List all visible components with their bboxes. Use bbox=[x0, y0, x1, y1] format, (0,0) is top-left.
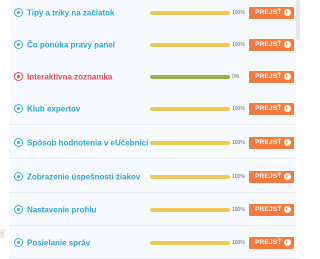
item-title[interactable]: Spôsob hodnotenia v eUčebnici bbox=[27, 138, 148, 147]
info-circle-icon bbox=[14, 39, 23, 49]
item-title[interactable]: Zobrazenie úspešnosti žiakov bbox=[27, 172, 140, 181]
go-button[interactable]: PREJSŤ bbox=[249, 102, 294, 115]
list-item: Posielanie správ 100% PREJSŤ bbox=[0, 226, 300, 259]
progress-bar bbox=[150, 140, 230, 145]
progress-fill bbox=[150, 174, 230, 179]
scrollbar[interactable] bbox=[296, 0, 300, 257]
info-circle-icon bbox=[14, 7, 23, 17]
progress-bar bbox=[150, 240, 230, 245]
list-item: Tipy a triky na začiatok 100% PREJSŤ bbox=[0, 0, 300, 29]
go-button-label: PREJSŤ bbox=[255, 173, 282, 180]
arrow-right-circle-icon bbox=[284, 139, 291, 146]
progress-percent: 100% bbox=[232, 139, 245, 146]
progress-fill bbox=[150, 42, 230, 47]
info-circle-icon bbox=[14, 204, 23, 214]
progress-percent: 100% bbox=[232, 9, 245, 16]
progress-percent: 100% bbox=[232, 105, 245, 112]
scrollbar-thumb[interactable] bbox=[296, 0, 300, 40]
arrow-right-circle-icon bbox=[284, 9, 291, 16]
progress-bar bbox=[150, 42, 230, 47]
list-item: Spôsob hodnotenia v eUčebnici 100% PREJS… bbox=[0, 126, 300, 159]
arrow-right-circle-icon bbox=[284, 73, 291, 80]
info-circle-icon bbox=[14, 103, 23, 113]
go-button[interactable]: PREJSŤ bbox=[249, 136, 294, 149]
progress-fill bbox=[150, 240, 230, 245]
progress-fill bbox=[150, 10, 230, 15]
arrow-right-circle-icon bbox=[284, 41, 291, 48]
progress-fill bbox=[150, 207, 230, 212]
tutorial-list: Tipy a triky na začiatok 100% PREJSŤ Čo … bbox=[0, 0, 300, 259]
list-item: Klub expertov 100% PREJSŤ bbox=[0, 92, 300, 125]
go-button[interactable]: PREJSŤ bbox=[249, 6, 294, 19]
item-title[interactable]: Interaktívna zoznamka bbox=[27, 72, 112, 81]
item-title[interactable]: Posielanie správ bbox=[27, 238, 90, 247]
list-item: Nastavenie profilu 100% PREJSŤ bbox=[0, 193, 300, 226]
go-button-label: PREJSŤ bbox=[255, 105, 282, 112]
progress-percent: 100% bbox=[232, 206, 245, 213]
info-circle-icon bbox=[14, 237, 23, 247]
go-button[interactable]: PREJSŤ bbox=[249, 170, 294, 183]
go-button-label: PREJSŤ bbox=[255, 206, 282, 213]
side-tab-arrow-icon[interactable] bbox=[0, 229, 5, 238]
list-item: Zobrazenie úspešnosti žiakov 100% PREJSŤ bbox=[0, 160, 300, 193]
arrow-right-circle-icon bbox=[284, 206, 291, 213]
arrow-right-circle-icon bbox=[284, 105, 291, 112]
go-button-label: PREJSŤ bbox=[255, 9, 282, 16]
alert-circle-icon bbox=[14, 71, 23, 81]
go-button-label: PREJSŤ bbox=[255, 73, 282, 80]
progress-bar bbox=[150, 10, 230, 15]
info-circle-icon bbox=[14, 171, 23, 181]
progress-bar bbox=[150, 106, 230, 111]
go-button[interactable]: PREJSŤ bbox=[249, 70, 294, 83]
go-button[interactable]: PREJSŤ bbox=[249, 38, 294, 51]
item-title[interactable]: Tipy a triky na začiatok bbox=[27, 8, 114, 17]
item-title[interactable]: Čo ponúka pravý panel bbox=[27, 40, 115, 49]
progress-percent: 100% bbox=[232, 41, 245, 48]
progress-percent: 100% bbox=[232, 239, 245, 246]
go-button[interactable]: PREJSŤ bbox=[249, 203, 294, 216]
progress-percent: 100% bbox=[232, 173, 245, 180]
arrow-right-circle-icon bbox=[284, 239, 291, 246]
progress-bar bbox=[150, 174, 230, 179]
go-button-label: PREJSŤ bbox=[255, 41, 282, 48]
list-item: Čo ponúka pravý panel 100% PREJSŤ bbox=[0, 28, 300, 61]
item-title[interactable]: Nastavenie profilu bbox=[27, 205, 96, 214]
progress-fill bbox=[150, 140, 230, 145]
progress-bar bbox=[150, 207, 230, 212]
info-circle-icon bbox=[14, 137, 23, 147]
list-item: Interaktívna zoznamka 0% PREJSŤ bbox=[0, 60, 300, 93]
go-button-label: PREJSŤ bbox=[255, 139, 282, 146]
progress-percent: 0% bbox=[232, 73, 240, 80]
progress-fill bbox=[150, 106, 230, 111]
progress-bar bbox=[150, 74, 230, 79]
item-title[interactable]: Klub expertov bbox=[27, 104, 80, 113]
progress-fill bbox=[150, 74, 230, 79]
arrow-right-circle-icon bbox=[284, 173, 291, 180]
go-button[interactable]: PREJSŤ bbox=[249, 236, 294, 249]
go-button-label: PREJSŤ bbox=[255, 239, 282, 246]
